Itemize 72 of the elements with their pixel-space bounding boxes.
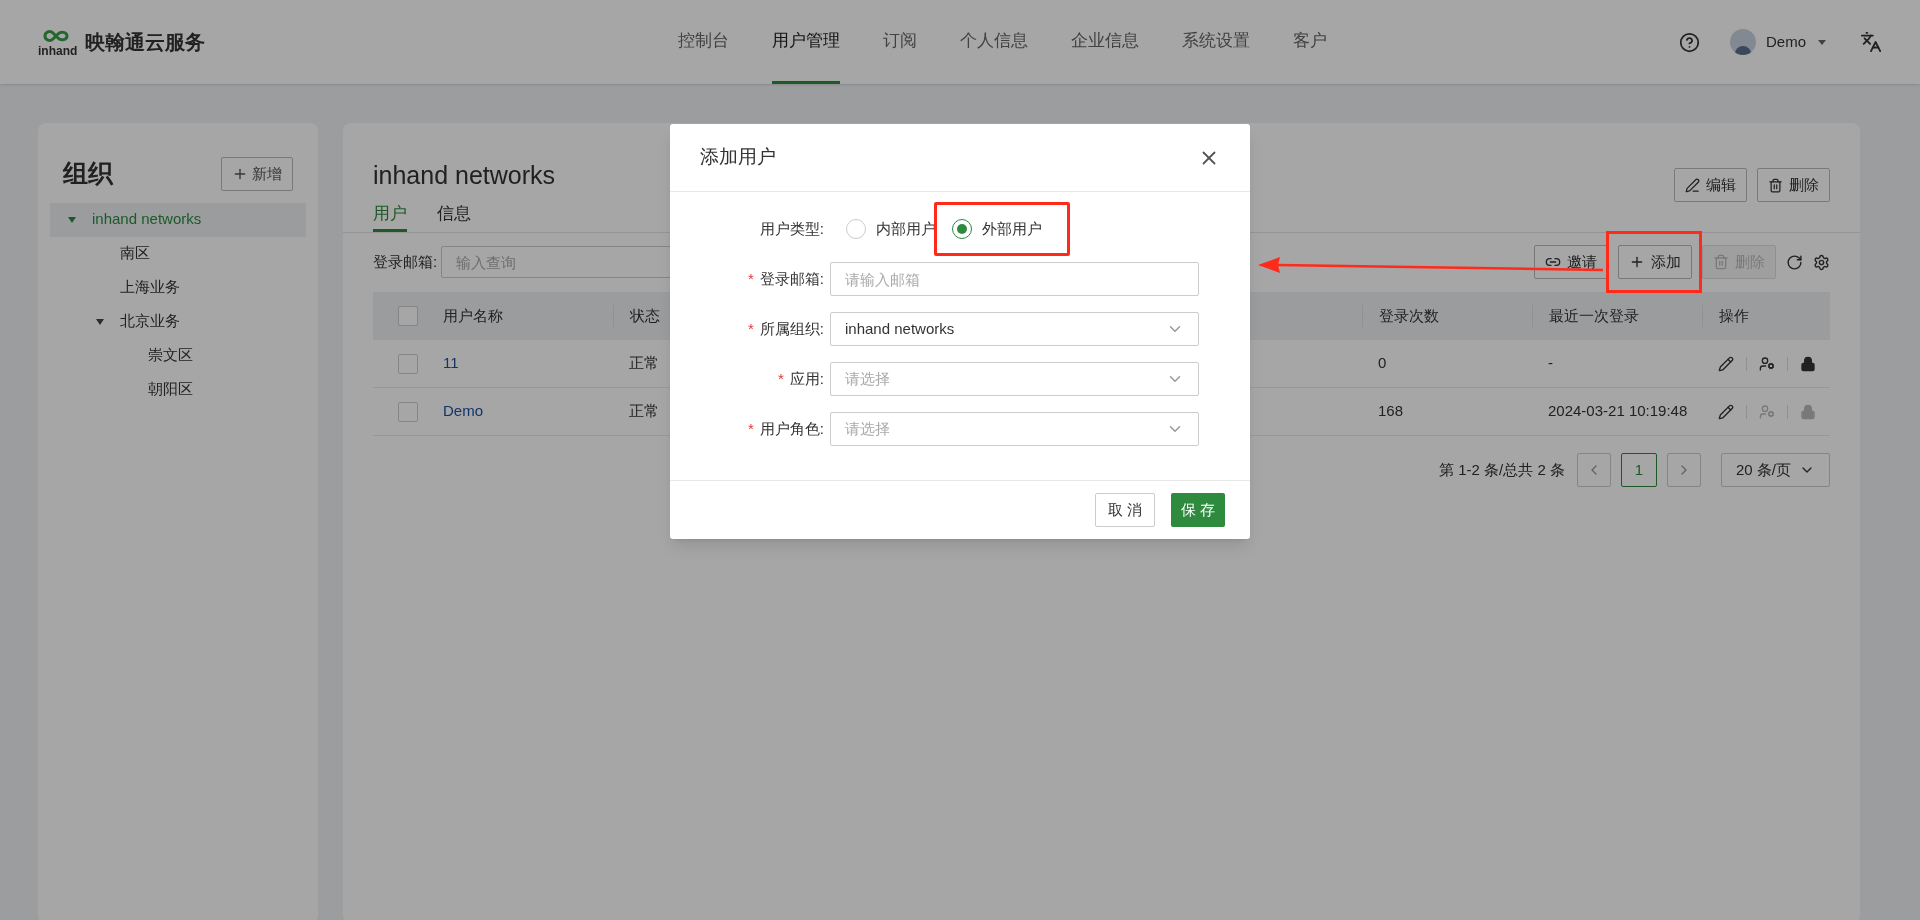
tree-item[interactable]: 朝阳区: [50, 372, 306, 407]
nav-item[interactable]: 个人信息: [960, 0, 1028, 84]
logo-text: inhand: [38, 45, 78, 57]
help-icon[interactable]: [1679, 31, 1700, 53]
user-name[interactable]: Demo: [1766, 30, 1806, 54]
row-checkbox[interactable]: [398, 353, 418, 374]
delete-button[interactable]: 删除: [1757, 168, 1830, 202]
cancel-button[interactable]: 取 消: [1094, 493, 1155, 527]
column-header: 操作: [1702, 304, 1830, 328]
table-cell-text: 2024-03-21 10:19:48: [1547, 401, 1689, 422]
nav-item[interactable]: 企业信息: [1071, 0, 1139, 84]
column-header: 登录次数: [1362, 304, 1532, 328]
toolbar-button[interactable]: 添加: [1618, 245, 1692, 279]
radio-option[interactable]: 外部用户: [952, 217, 1042, 241]
panel-title: 组织: [63, 158, 113, 189]
user-switch-icon[interactable]: [1759, 355, 1775, 372]
nav-item[interactable]: 订阅: [883, 0, 917, 84]
column-header: 最近一次登录: [1532, 304, 1702, 328]
tree-item[interactable]: 崇文区: [50, 338, 306, 373]
pagination-summary: 第 1-2 条/总共 2 条: [1439, 459, 1565, 480]
field-label: 用户类型:: [758, 218, 825, 239]
plus-icon: [1629, 254, 1645, 270]
nav-item[interactable]: 系统设置: [1182, 0, 1250, 84]
page-title: inhand networks: [373, 160, 556, 191]
table-cell-text: 168: [1377, 401, 1405, 422]
page-size-select[interactable]: 20 条/页: [1720, 453, 1830, 487]
page-button[interactable]: 1: [1620, 453, 1657, 487]
required-mark: *: [778, 369, 784, 387]
brand-name: 映翰通云服务: [85, 30, 206, 55]
caret-icon[interactable]: [68, 216, 76, 223]
tree-item[interactable]: 北京业务: [50, 304, 306, 339]
save-button[interactable]: 保 存: [1170, 493, 1225, 527]
edit-icon: [1685, 177, 1700, 193]
table-cell-text: 正常: [629, 401, 659, 422]
column-header: 用户名称: [443, 305, 504, 326]
caret-icon[interactable]: [1818, 39, 1826, 45]
row-checkbox[interactable]: [398, 401, 418, 422]
table-cell-text: 0: [1377, 353, 1388, 374]
refresh-icon[interactable]: [1786, 253, 1803, 271]
field-label-text: 登录邮箱:: [759, 269, 824, 287]
settings-icon[interactable]: [1813, 253, 1830, 271]
user-name-link[interactable]: 11: [443, 352, 613, 375]
caret-icon[interactable]: [96, 318, 104, 325]
user-name-link[interactable]: Demo: [443, 400, 613, 423]
trash-icon: [1713, 254, 1729, 270]
select-field[interactable]: inhand networks: [830, 312, 1199, 346]
trash-icon: [1768, 177, 1783, 193]
table-cell-text: -: [1547, 353, 1554, 374]
table-cell-text: 正常: [629, 353, 659, 374]
tab[interactable]: 信息: [437, 198, 471, 232]
translate-icon[interactable]: [1860, 31, 1882, 53]
nav-item[interactable]: 客户: [1293, 0, 1327, 84]
add-org-button[interactable]: 新增: [221, 156, 293, 191]
nav-item[interactable]: 用户管理: [772, 0, 840, 84]
lock-icon[interactable]: [1800, 355, 1816, 372]
nav-item[interactable]: 控制台: [678, 0, 729, 84]
edit-button[interactable]: 编辑: [1674, 168, 1747, 202]
field-label-text: 应用:: [789, 369, 824, 387]
edit-icon[interactable]: [1718, 355, 1734, 372]
tree-item[interactable]: 南区: [50, 236, 306, 271]
header-checkbox[interactable]: [398, 306, 418, 326]
required-mark: *: [748, 269, 754, 287]
tab[interactable]: 用户: [373, 198, 407, 232]
tree-item[interactable]: 上海业务: [50, 270, 306, 305]
dialog-title: 添加用户: [700, 145, 776, 170]
edit-icon[interactable]: [1718, 403, 1734, 420]
toolbar-button[interactable]: 邀请: [1534, 245, 1608, 279]
filter-label: 登录邮箱:: [373, 251, 438, 272]
required-mark: *: [748, 419, 754, 437]
email-field[interactable]: 请输入邮箱: [830, 262, 1199, 296]
avatar-icon[interactable]: [1730, 29, 1756, 55]
field-label-text: 用户角色:: [759, 419, 824, 437]
